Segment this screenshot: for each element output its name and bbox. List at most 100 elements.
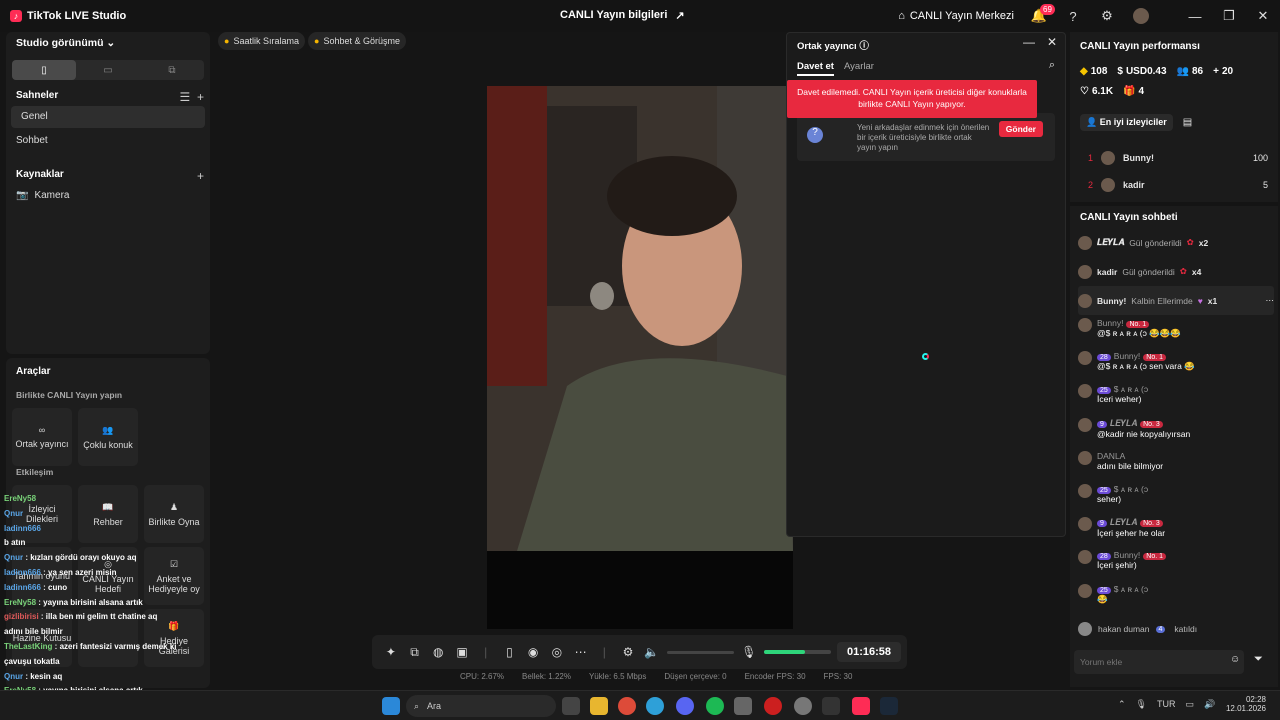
overlay-chat-line: EreNy58 xyxy=(4,492,204,507)
list-icon[interactable]: ▤ xyxy=(1183,117,1192,128)
rank-badge: No. 3 xyxy=(1140,520,1163,528)
app-icon[interactable] xyxy=(734,697,752,715)
chat-username: $ ᴀ ʀ ᴀ (ɔ xyxy=(1113,583,1149,594)
language-indicator[interactable]: TUR xyxy=(1157,699,1176,710)
help-button[interactable]: ? xyxy=(1056,0,1090,32)
top-viewer-row[interactable]: 2 kadir 5 xyxy=(1088,171,1268,198)
overlay-chat-user: TheLastKing xyxy=(4,641,53,651)
overlay-chat-line: TheLastKing : azeri fantesizi varmış dem… xyxy=(4,641,177,651)
question-icon: ? xyxy=(807,127,823,143)
studio-view-dropdown[interactable]: Studio görünümü ⌄ xyxy=(16,37,115,49)
camera-icon: 📷 xyxy=(16,190,29,201)
emoji-icon[interactable]: ☺ xyxy=(1230,654,1240,665)
hourly-ranking-pill[interactable]: ● Saatlik Sıralama xyxy=(218,32,305,50)
search-icon[interactable]: ⌕ xyxy=(1049,59,1055,72)
chat-message[interactable]: DANLA adını bile bilmiyor xyxy=(1078,450,1274,484)
top-viewer-row[interactable]: 1 Bunny! 100 xyxy=(1088,144,1268,171)
join-user: hakan duman xyxy=(1098,624,1150,634)
notification-button[interactable]: 🔔 69 xyxy=(1022,0,1056,32)
opera-icon[interactable] xyxy=(764,697,782,715)
hourly-ranking-label: Saatlik Sıralama xyxy=(233,36,299,46)
mic-volume-slider[interactable] xyxy=(763,650,831,654)
multi-guest-tool[interactable]: 👥 Çoklu konuk xyxy=(78,408,138,466)
maximize-button[interactable]: ❐ xyxy=(1212,0,1246,32)
effects-icon[interactable]: ⧉ xyxy=(406,645,424,660)
discord-icon[interactable] xyxy=(676,697,694,715)
settings-button[interactable]: ⚙ xyxy=(1090,0,1124,32)
camera-image xyxy=(487,86,793,551)
chat-message[interactable]: 25 $ ᴀ ʀ ᴀ (ɔ İceri weher) xyxy=(1078,384,1274,417)
flame-icon: ● xyxy=(224,36,230,46)
scene-item-sohbet[interactable]: Sohbet xyxy=(6,130,210,152)
more-icon[interactable]: ⋯ xyxy=(572,645,590,659)
chat-message[interactable]: Bunny! No. 1 @$ ʀ ᴀ ʀ ᴀ (ɔ 😂😂😂 xyxy=(1078,318,1274,351)
file-explorer-icon[interactable] xyxy=(590,697,608,715)
viewers-stat: 👥 86 xyxy=(1177,66,1204,77)
mixer-icon[interactable]: ⚙ xyxy=(619,645,637,659)
portrait-button[interactable]: ▯ xyxy=(12,60,76,80)
join-row: hakan duman 4 katıldı xyxy=(1078,622,1268,636)
comment-input[interactable] xyxy=(1074,650,1244,674)
screenshot-icon[interactable]: ◎ xyxy=(548,645,566,659)
tiktok-studio-icon[interactable] xyxy=(852,697,870,715)
top-viewers-tab[interactable]: 👤 En iyi izleyiciler xyxy=(1080,114,1173,131)
chevron-up-icon[interactable]: ⌃ xyxy=(1118,699,1126,710)
overlay-icon[interactable]: ▣ xyxy=(453,645,471,659)
notification-badge: 69 xyxy=(1040,4,1055,15)
gift-sender: Bunny! xyxy=(1097,295,1127,306)
beauty-icon[interactable]: ◍ xyxy=(429,645,447,659)
tab-invite[interactable]: Davet et xyxy=(797,61,834,76)
info-icon[interactable]: ⓘ xyxy=(859,41,869,52)
chat-message[interactable]: 25 $ ᴀ ʀ ᴀ (ɔ 😂 xyxy=(1078,583,1274,617)
minimize-panel-icon[interactable]: — xyxy=(1023,35,1035,49)
scene-item-genel[interactable]: Genel xyxy=(11,106,205,128)
magic-wand-icon[interactable]: ✦ xyxy=(382,645,400,659)
list-icon[interactable]: ☰ xyxy=(180,90,191,104)
close-panel-icon[interactable]: ✕ xyxy=(1047,35,1057,49)
chrome-icon[interactable] xyxy=(618,697,636,715)
live-info-button[interactable]: CANLI Yayın bilgileri ↗ xyxy=(560,9,685,22)
taskbar-search[interactable]: ⌕ Ara xyxy=(406,695,556,717)
phone-icon[interactable]: ▯ xyxy=(501,645,519,659)
network-icon[interactable]: ▭ xyxy=(1185,699,1194,710)
chat-message[interactable]: 25 $ ᴀ ʀ ᴀ (ɔ seher) xyxy=(1078,483,1274,517)
chat-message[interactable]: 28 Bunny! No. 1 İçeri şehir) xyxy=(1078,550,1274,583)
microphone-icon[interactable]: 🎙 xyxy=(1136,699,1147,710)
close-button[interactable]: ✕ xyxy=(1246,0,1280,32)
chat-message[interactable]: 9 𝑳𝑬𝒀𝑳𝑨 No. 3 @kadir nie kopyalıyırsan xyxy=(1078,417,1274,451)
send-button[interactable]: Gönder xyxy=(998,121,1043,137)
windows-start-icon[interactable] xyxy=(382,697,400,715)
rank-badge: No. 1 xyxy=(1126,321,1150,328)
filter-icon[interactable]: ⏷ xyxy=(1254,653,1263,666)
more-options-icon[interactable]: ⋯ xyxy=(1266,295,1275,306)
cohost-tool[interactable]: ∞ Ortak yayıncı xyxy=(12,408,72,466)
speaker-icon[interactable]: 🔈 xyxy=(643,645,661,659)
task-view-icon[interactable] xyxy=(562,697,580,715)
divider xyxy=(1070,202,1278,206)
volume-icon[interactable]: 🔊 xyxy=(1204,699,1215,710)
source-item-camera[interactable]: 📷 Kamera xyxy=(16,190,69,201)
live-center-button[interactable]: ⌂ CANLI Yayın Merkezi xyxy=(898,10,1014,22)
edge-icon[interactable] xyxy=(646,697,664,715)
steam-icon[interactable] xyxy=(880,697,898,715)
cohost-title-text: Ortak yayıncı xyxy=(797,41,857,52)
landscape-button[interactable]: ▭ xyxy=(76,60,140,80)
add-scene-icon[interactable]: + xyxy=(197,90,204,104)
tab-settings[interactable]: Ayarlar xyxy=(844,61,874,72)
chat-message[interactable]: 9 𝑳𝑬𝒀𝑳𝑨 No. 3 İçeri şeher he olar xyxy=(1078,517,1274,550)
clock[interactable]: 02:28 12.01.2026 xyxy=(1218,695,1266,713)
speaker-volume-slider[interactable] xyxy=(666,650,734,654)
microphone-icon[interactable]: 🎙 xyxy=(740,645,758,659)
chatgpt-icon[interactable] xyxy=(794,697,812,715)
dual-button[interactable]: ⧉ xyxy=(140,60,204,80)
minimize-button[interactable]: — xyxy=(1178,0,1212,32)
avatar xyxy=(1101,177,1116,192)
preview-letterbox xyxy=(487,551,793,629)
chat-meeting-pill[interactable]: ● Sohbet & Görüşme xyxy=(308,32,406,50)
record-icon[interactable]: ◉ xyxy=(524,645,542,659)
chat-message[interactable]: 28 Bunny! No. 1 @$ ʀ ᴀ ʀ ᴀ (ɔ sen vara 😂 xyxy=(1078,351,1274,384)
add-source-icon[interactable]: + xyxy=(197,169,204,183)
profile-button[interactable] xyxy=(1124,0,1158,32)
terminal-icon[interactable] xyxy=(822,697,840,715)
spotify-icon[interactable] xyxy=(706,697,724,715)
